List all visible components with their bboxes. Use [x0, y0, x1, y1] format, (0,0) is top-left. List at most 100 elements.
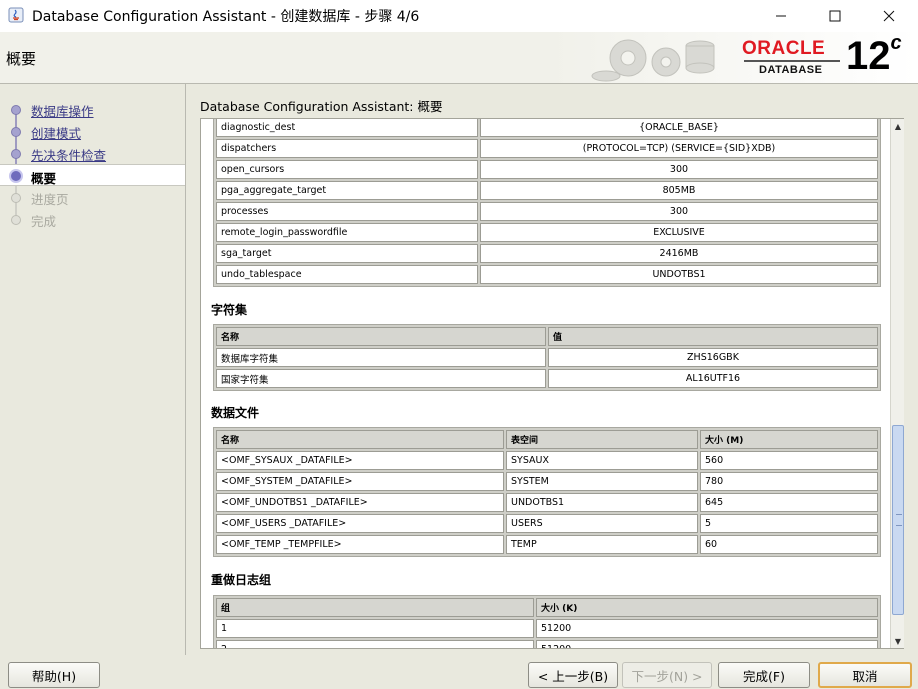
step-progress-page: 进度页 — [0, 186, 185, 208]
gears-decoration-icon — [591, 39, 715, 82]
finish-button[interactable]: 完成(F) — [718, 662, 810, 688]
version-number: 12 — [846, 34, 891, 78]
table-row: open_cursors 300 — [216, 160, 878, 179]
steps-sidebar: 数据库操作 创建模式 先决条件检查 概要 进度页 完成 — [0, 84, 186, 655]
header-banner: 概要 ORACLE DATABASE 12c — [0, 32, 918, 84]
step-label[interactable]: 数据库操作 — [31, 101, 94, 120]
version-suffix: c — [890, 31, 902, 54]
table-cell: <OMF_SYSAUX _DATAFILE> — [216, 451, 504, 470]
grip-icon — [896, 514, 902, 526]
table-row: <OMF_SYSTEM _DATAFILE> SYSTEM 780 — [216, 472, 878, 491]
table-cell: {ORACLE_BASE} — [480, 119, 878, 137]
table-cell: USERS — [506, 514, 698, 533]
scroll-down-icon[interactable]: ▼ — [891, 634, 905, 648]
table-cell: open_cursors — [216, 160, 478, 179]
step-summary[interactable]: 概要 — [0, 164, 185, 186]
table-cell: SYSAUX — [506, 451, 698, 470]
table-cell: dispatchers — [216, 139, 478, 158]
table-cell: 51200 — [536, 640, 878, 648]
step-prerequisite-checks[interactable]: 先决条件检查 — [0, 142, 185, 164]
column-header: 大小 (K) — [536, 598, 878, 617]
close-icon — [883, 10, 895, 22]
table-cell: EXCLUSIVE — [480, 223, 878, 242]
step-label[interactable]: 创建模式 — [31, 123, 81, 142]
step-done-icon — [11, 149, 21, 159]
next-button[interactable]: 下一步(N) > — [622, 662, 712, 688]
table-row: <OMF_USERS _DATAFILE> USERS 5 — [216, 514, 878, 533]
title-bar: Database Configuration Assistant - 创建数据库… — [0, 0, 918, 32]
column-header: 大小 (M) — [700, 430, 878, 449]
step-done-icon — [11, 127, 21, 137]
table-row: <OMF_UNDOTBS1 _DATAFILE> UNDOTBS1 645 — [216, 493, 878, 512]
maximize-icon — [829, 10, 841, 22]
table-cell: 5 — [700, 514, 878, 533]
table-cell: TEMP — [506, 535, 698, 554]
redo-section-title: 重做日志组 — [211, 573, 272, 587]
table-cell: ZHS16GBK — [548, 348, 878, 367]
init-params-table: diagnostic_dest {ORACLE_BASE} dispatchers(… — [213, 119, 881, 287]
table-cell: 51200 — [536, 619, 878, 638]
column-header: 名称 — [216, 327, 546, 346]
charset-section-title: 字符集 — [211, 303, 248, 317]
help-button[interactable]: 帮助(H) — [8, 662, 100, 688]
table-cell: (PROTOCOL=TCP) (SERVICE={SID}XDB) — [480, 139, 878, 158]
oracle-wordmark: ORACLE — [742, 38, 826, 59]
table-cell: UNDOTBS1 — [506, 493, 698, 512]
vertical-scrollbar[interactable]: ▲ ▼ — [890, 119, 904, 648]
table-row: dispatchers (PROTOCOL=TCP) (SERVICE={SID}… — [216, 139, 878, 158]
cancel-button[interactable]: 取消 — [818, 662, 912, 688]
table-cell: pga_aggregate_target — [216, 181, 478, 200]
charset-table: 名称 值 数据库字符集 ZHS16GBK 国家字符集 AL16UTF16 — [213, 324, 881, 391]
scrollbar-thumb[interactable] — [892, 425, 904, 615]
datafiles-section-title: 数据文件 — [211, 406, 260, 420]
table-row: pga_aggregate_target 805MB — [216, 181, 878, 200]
oracle-database-label: DATABASE — [759, 64, 823, 76]
table-cell: 2 — [216, 640, 534, 648]
close-button[interactable] — [866, 0, 912, 32]
table-cell: 1 — [216, 619, 534, 638]
step-label: 概要 — [31, 171, 57, 186]
step-creation-mode[interactable]: 创建模式 — [0, 120, 185, 142]
summary-scroll-pane[interactable]: diagnostic_dest {ORACLE_BASE} dispatchers(… — [200, 118, 904, 649]
step-label[interactable]: 先决条件检查 — [31, 145, 106, 164]
table-cell: 780 — [700, 472, 878, 491]
table-cell: 560 — [700, 451, 878, 470]
table-cell: AL16UTF16 — [548, 369, 878, 388]
datafiles-table: 名称 表空间 大小 (M) <OMF_SYSAUX _DATAFILE> SYSA… — [213, 427, 881, 557]
table-cell: 数据库字符集 — [216, 348, 546, 367]
table-cell: remote_login_passwordfile — [216, 223, 478, 242]
table-row: 国家字符集 AL16UTF16 — [216, 369, 878, 388]
scroll-up-icon[interactable]: ▲ — [891, 119, 905, 133]
step-pending-icon — [11, 193, 21, 203]
step-label: 完成 — [31, 214, 57, 229]
step-pending-icon — [11, 215, 21, 225]
oracle-logo: ORACLE DATABASE — [742, 36, 842, 80]
step-database-operation[interactable]: 数据库操作 — [0, 98, 185, 120]
table-row: undo_tablespace UNDOTBS1 — [216, 265, 878, 284]
step-done-icon — [11, 105, 21, 115]
page-title: 概要 — [6, 50, 37, 68]
back-button[interactable]: < 上一步(B) — [528, 662, 618, 688]
column-header: 值 — [548, 327, 878, 346]
table-cell: 805MB — [480, 181, 878, 200]
java-app-icon — [8, 7, 24, 23]
table-cell: processes — [216, 202, 478, 221]
table-cell: <OMF_UNDOTBS1 _DATAFILE> — [216, 493, 504, 512]
table-row: <OMF_TEMP _TEMPFILE> TEMP 60 — [216, 535, 878, 554]
table-row: sga_target 2416MB — [216, 244, 878, 263]
table-row: processes 300 — [216, 202, 878, 221]
column-header: 名称 — [216, 430, 504, 449]
table-cell: diagnostic_dest — [216, 119, 478, 137]
summary-title: Database Configuration Assistant: 概要 — [200, 99, 443, 114]
table-cell: sga_target — [216, 244, 478, 263]
table-row: remote_login_passwordfile EXCLUSIVE — [216, 223, 878, 242]
step-finish: 完成 — [0, 208, 185, 230]
table-row: 251200 — [216, 640, 878, 648]
table-cell: 300 — [480, 202, 878, 221]
table-cell: 2416MB — [480, 244, 878, 263]
maximize-button[interactable] — [812, 0, 858, 32]
table-row: 数据库字符集 ZHS16GBK — [216, 348, 878, 367]
redo-log-table: 组 大小 (K) 151200251200 — [213, 595, 881, 648]
minimize-button[interactable] — [758, 0, 804, 32]
table-row: 1 51200 — [216, 619, 878, 638]
